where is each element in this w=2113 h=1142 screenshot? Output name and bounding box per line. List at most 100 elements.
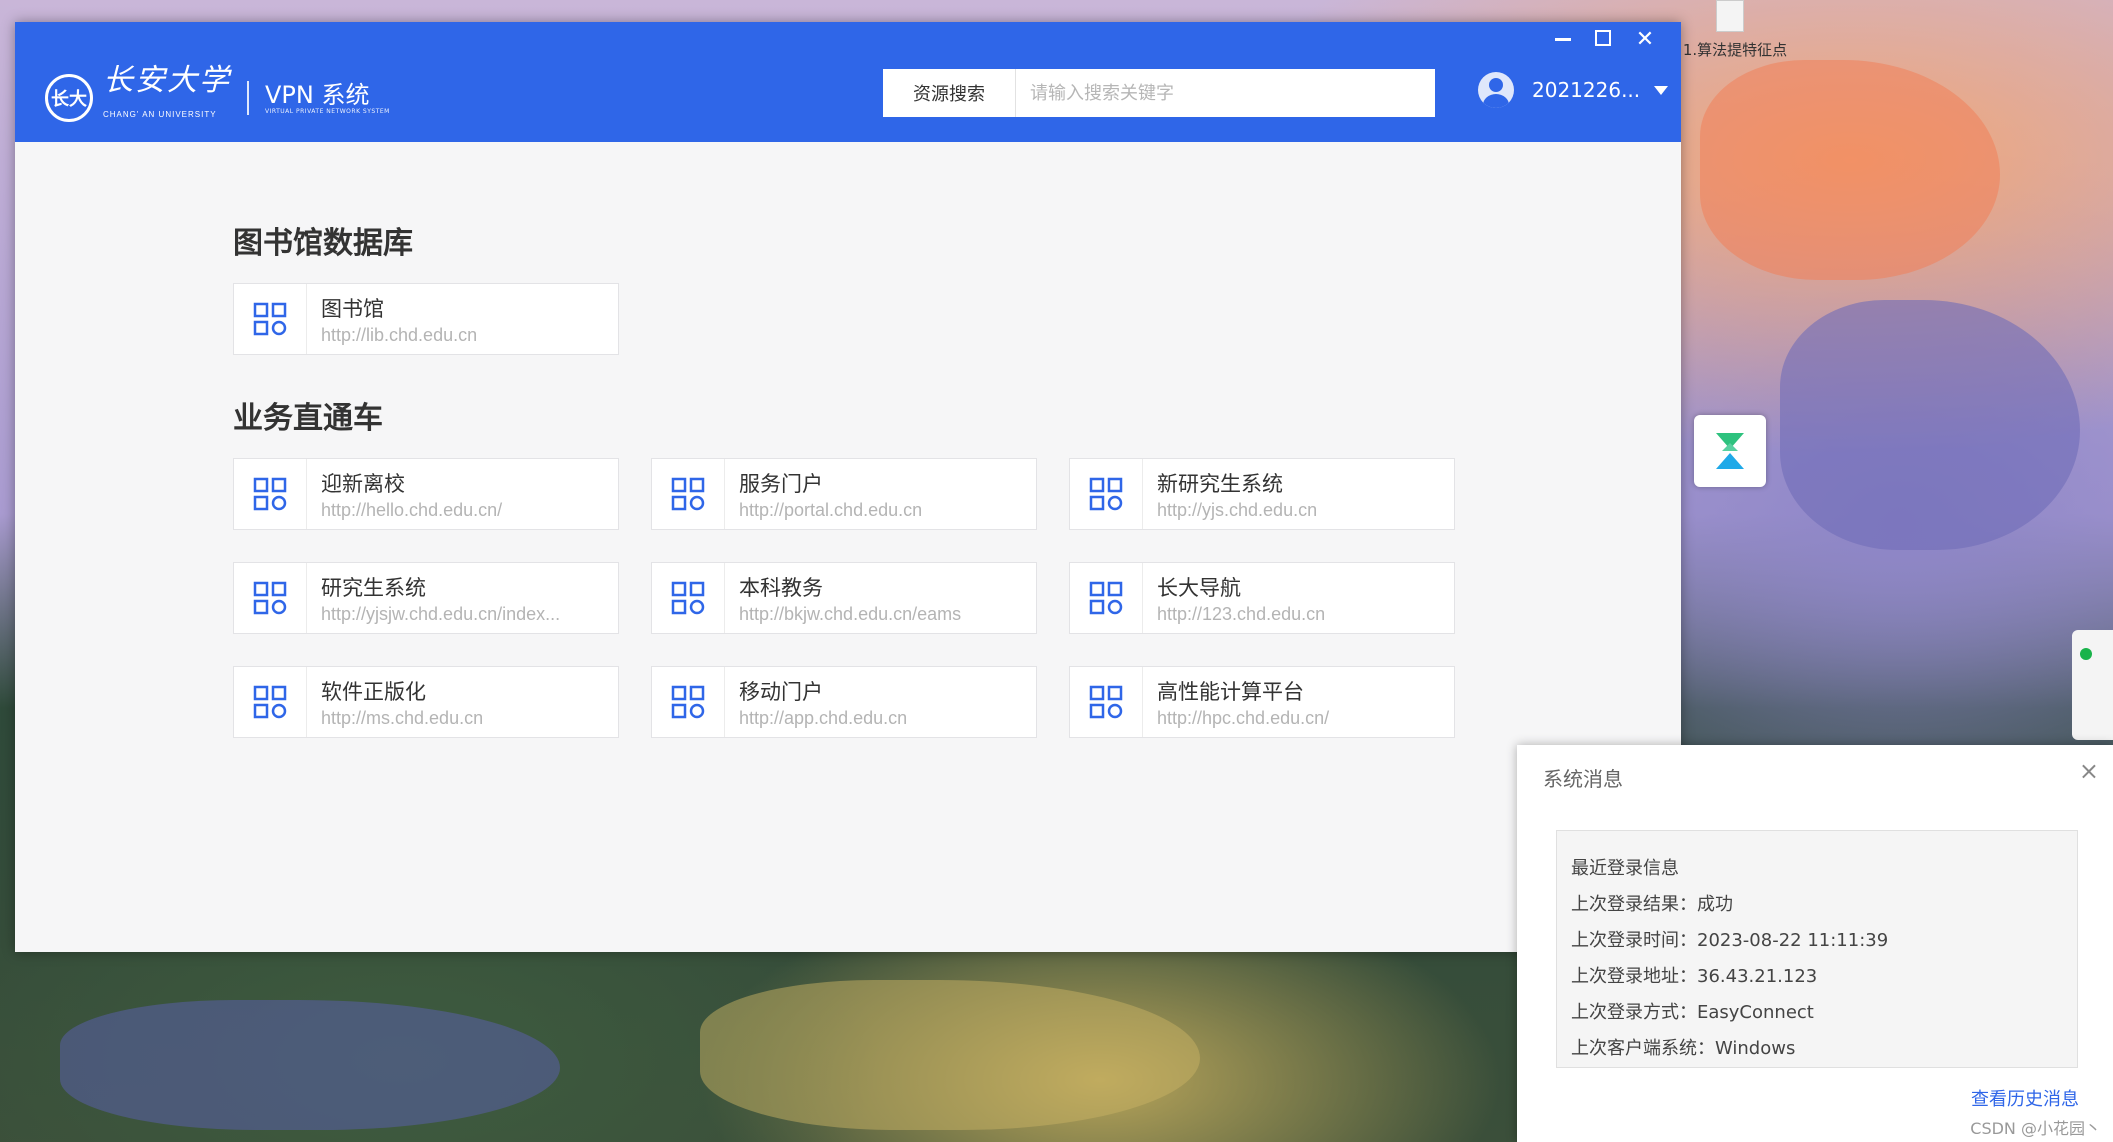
login-info-box: 最近登录信息 上次登录结果：成功 上次登录时间：2023-08-22 11:11… — [1556, 830, 2078, 1068]
search-box: 资源搜索 — [883, 69, 1435, 117]
card-name: 服务门户 — [739, 471, 823, 496]
app-grid-icon — [671, 477, 705, 511]
card-icon-box — [1070, 667, 1143, 737]
card-text: 软件正版化 http://ms.chd.edu.cn — [307, 676, 611, 729]
resource-card[interactable]: 新研究生系统 http://yjs.chd.edu.cn — [1069, 458, 1455, 530]
resource-card[interactable]: 本科教务 http://bkjw.chd.edu.cn/eams — [651, 562, 1037, 634]
app-shortcut-icon[interactable] — [1694, 415, 1766, 487]
card-icon-box — [234, 667, 307, 737]
app-grid-icon — [253, 302, 287, 336]
resource-card[interactable]: 移动门户 http://app.chd.edu.cn — [651, 666, 1037, 738]
product-title-block: VPN 系统 VIRTUAL PRIVATE NETWORK SYSTEM — [265, 82, 390, 115]
card-name: 高性能计算平台 — [1157, 679, 1304, 704]
card-url: http://portal.chd.edu.cn — [739, 499, 923, 520]
card-name: 长大导航 — [1157, 575, 1241, 600]
card-icon-box — [652, 667, 725, 737]
card-text: 新研究生系统 http://yjs.chd.edu.cn — [1143, 468, 1447, 521]
system-message-popup: 系统消息 × 最近登录信息 上次登录结果：成功 上次登录时间：2023-08-2… — [1517, 745, 2113, 1142]
user-avatar-icon[interactable] — [1478, 72, 1514, 108]
close-icon[interactable]: × — [2079, 757, 2099, 785]
card-text: 高性能计算平台 http://hpc.chd.edu.cn/ — [1143, 676, 1447, 729]
section-title-business: 业务直通车 — [233, 401, 383, 436]
maximize-button[interactable] — [1595, 30, 1615, 50]
resource-card[interactable]: 服务门户 http://portal.chd.edu.cn — [651, 458, 1037, 530]
view-history-link[interactable]: 查看历史消息 — [1971, 1085, 2079, 1111]
logo: 长大 长安大学 CHANG' AN UNIVERSITY VPN 系统 VIRT… — [45, 64, 390, 132]
card-text: 本科教务 http://bkjw.chd.edu.cn/eams — [725, 572, 1029, 625]
card-text: 移动门户 http://app.chd.edu.cn — [725, 676, 1029, 729]
wallpaper-shape — [700, 980, 1200, 1130]
resource-card-library[interactable]: 图书馆 http://lib.chd.edu.cn — [233, 283, 619, 355]
university-sub-text: CHANG' AN UNIVERSITY — [103, 110, 217, 119]
card-url: http://yjsjw.chd.edu.cn/index... — [321, 603, 561, 624]
card-icon-box — [652, 563, 725, 633]
product-subtitle: VIRTUAL PRIVATE NETWORK SYSTEM — [265, 107, 390, 115]
login-info-heading: 最近登录信息 — [1571, 858, 1679, 879]
login-info-line: 上次登录地址：36.43.21.123 — [1571, 966, 1818, 987]
card-text: 研究生系统 http://yjsjw.chd.edu.cn/index... — [307, 572, 611, 625]
app-grid-icon — [1089, 477, 1123, 511]
product-title: VPN 系统 — [265, 80, 370, 109]
card-name: 本科教务 — [739, 575, 823, 600]
card-text: 图书馆 http://lib.chd.edu.cn — [307, 293, 611, 346]
card-icon-box — [234, 459, 307, 529]
app-grid-icon — [671, 685, 705, 719]
app-grid-icon — [253, 581, 287, 615]
wallpaper-shape — [1780, 300, 2080, 550]
university-seal-icon: 长大 — [45, 74, 93, 122]
header-bar: 长大 长安大学 CHANG' AN UNIVERSITY VPN 系统 VIRT… — [15, 22, 1681, 142]
card-url: http://lib.chd.edu.cn — [321, 324, 478, 345]
card-name: 移动门户 — [739, 679, 823, 704]
card-text: 服务门户 http://portal.chd.edu.cn — [725, 468, 1029, 521]
search-input[interactable] — [1016, 69, 1435, 117]
card-url: http://ms.chd.edu.cn — [321, 707, 484, 728]
university-name: 长安大学 CHANG' AN UNIVERSITY — [103, 64, 231, 132]
card-text: 长大导航 http://123.chd.edu.cn — [1143, 572, 1447, 625]
card-name: 软件正版化 — [321, 679, 426, 704]
card-name: 新研究生系统 — [1157, 471, 1283, 496]
app-grid-icon — [671, 581, 705, 615]
resource-card[interactable]: 研究生系统 http://yjsjw.chd.edu.cn/index... — [233, 562, 619, 634]
section-title-library: 图书馆数据库 — [233, 226, 413, 261]
close-button[interactable]: ✕ — [1635, 29, 1655, 51]
login-info-line: 上次登录结果：成功 — [1571, 894, 1733, 915]
card-url: http://bkjw.chd.edu.cn/eams — [739, 603, 962, 624]
card-url: http://hello.chd.edu.cn/ — [321, 499, 503, 520]
chevron-down-icon[interactable] — [1654, 85, 1669, 95]
desktop-icon-label[interactable]: 1.算法提特征点 — [1680, 40, 1790, 60]
minimize-button[interactable] — [1555, 30, 1575, 50]
card-icon-box — [1070, 459, 1143, 529]
card-icon-box — [652, 459, 725, 529]
app-grid-icon — [253, 685, 287, 719]
vpn-window: 长大 长安大学 CHANG' AN UNIVERSITY VPN 系统 VIRT… — [15, 22, 1681, 952]
university-name-text: 长安大学 — [103, 63, 231, 98]
card-url: http://yjs.chd.edu.cn — [1157, 499, 1318, 520]
card-icon-box — [234, 284, 307, 354]
resource-card[interactable]: 迎新离校 http://hello.chd.edu.cn/ — [233, 458, 619, 530]
minimize-icon — [1555, 38, 1571, 41]
card-name: 图书馆 — [321, 296, 384, 321]
wallpaper-shape — [1700, 60, 2000, 280]
login-info-line: 上次客户端系统：Windows — [1571, 1038, 1796, 1059]
app-grid-icon — [1089, 685, 1123, 719]
watermark: CSDN @小花园丶 — [1970, 1119, 2101, 1138]
desktop-file-icon[interactable] — [1716, 0, 1744, 32]
resource-card[interactable]: 软件正版化 http://ms.chd.edu.cn — [233, 666, 619, 738]
card-name: 迎新离校 — [321, 471, 405, 496]
login-info-line: 上次登录方式：EasyConnect — [1571, 1002, 1814, 1023]
card-url: http://app.chd.edu.cn — [739, 707, 908, 728]
easyconnect-logo-icon — [1716, 433, 1744, 469]
logo-divider — [247, 81, 249, 115]
window-controls: ✕ — [1555, 29, 1655, 51]
user-menu[interactable]: 2021226... — [1478, 72, 1669, 108]
card-icon-box — [1070, 563, 1143, 633]
resource-card[interactable]: 长大导航 http://123.chd.edu.cn — [1069, 562, 1455, 634]
card-url: http://hpc.chd.edu.cn/ — [1157, 707, 1330, 728]
card-name: 研究生系统 — [321, 575, 426, 600]
card-url: http://123.chd.edu.cn — [1157, 603, 1326, 624]
user-name[interactable]: 2021226... — [1532, 78, 1640, 102]
card-icon-box — [234, 563, 307, 633]
side-widget[interactable] — [2072, 630, 2113, 740]
search-scope-label[interactable]: 资源搜索 — [883, 69, 1016, 117]
resource-card[interactable]: 高性能计算平台 http://hpc.chd.edu.cn/ — [1069, 666, 1455, 738]
